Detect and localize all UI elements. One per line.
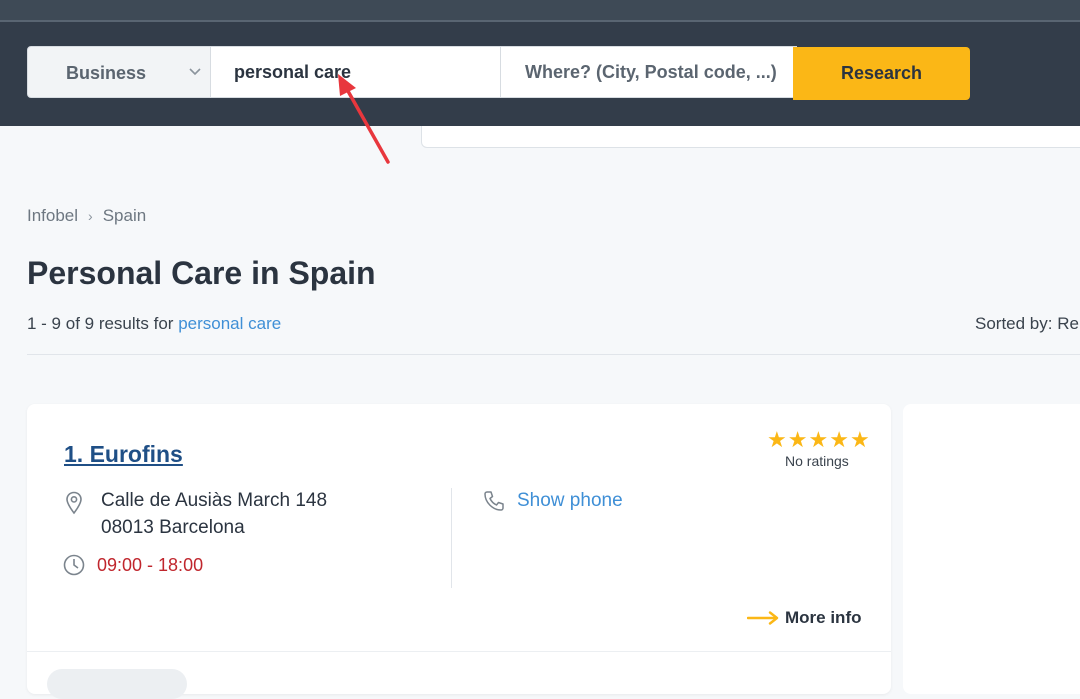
breadcrumb-item-spain[interactable]: Spain [103, 206, 146, 226]
sorted-by-value: Re [1057, 314, 1079, 333]
listing-card: 1. Eurofins ★ ★ ★ ★ ★ No ratings Calle d… [27, 404, 891, 699]
star-icon: ★ [787, 427, 808, 452]
category-tag[interactable] [47, 669, 187, 699]
phone-icon [484, 491, 504, 511]
sorted-by-label: Sorted by: [975, 314, 1053, 333]
more-info-link[interactable]: More info [747, 608, 862, 628]
star-icon: ★ [808, 427, 829, 452]
chevron-right-icon: › [88, 208, 93, 224]
results-count: 1 - 9 of 9 results for personal care [27, 314, 281, 334]
category-select[interactable]: Business [27, 46, 211, 98]
sort-control[interactable]: Sorted by: Re [975, 314, 1079, 334]
page-title: Personal Care in Spain [27, 255, 376, 291]
star-icon: ★ [849, 427, 870, 452]
show-phone-link[interactable]: Show phone [517, 490, 623, 512]
browser-top-strip [0, 0, 1080, 22]
chevron-down-icon [189, 68, 201, 76]
results-query-link[interactable]: personal care [178, 314, 281, 333]
card-vertical-divider [451, 488, 452, 588]
address-line-2: 08013 Barcelona [101, 517, 245, 538]
results-count-text: 1 - 9 of 9 results for [27, 314, 174, 333]
category-select-label: Business [66, 63, 147, 83]
results-divider [27, 354, 1080, 355]
what-search-input[interactable] [211, 46, 501, 98]
card-footer-divider [27, 651, 891, 652]
more-info-label: More info [785, 608, 862, 627]
breadcrumb: Infobel › Spain [27, 206, 146, 226]
research-button[interactable]: Research [793, 47, 970, 100]
breadcrumb-item-infobel[interactable]: Infobel [27, 206, 78, 226]
location-pin-icon [66, 491, 82, 515]
opening-hours: 09:00 - 18:00 [97, 555, 204, 575]
listing-name-link[interactable]: 1. Eurofins [64, 441, 183, 468]
search-bar: Business [27, 46, 797, 98]
side-panel-card [903, 404, 1080, 694]
rating-label: No ratings [785, 453, 849, 469]
search-suggestions-panel [421, 126, 1080, 148]
clock-icon [63, 554, 85, 576]
where-search-input[interactable] [501, 46, 797, 98]
star-icon: ★ [829, 427, 849, 452]
address-line-1: Calle de Ausiàs March 148 [101, 490, 328, 511]
rating-stars: ★ ★ ★ ★ ★ [767, 429, 870, 451]
star-icon: ★ [767, 427, 787, 452]
arrow-right-icon [747, 611, 779, 625]
